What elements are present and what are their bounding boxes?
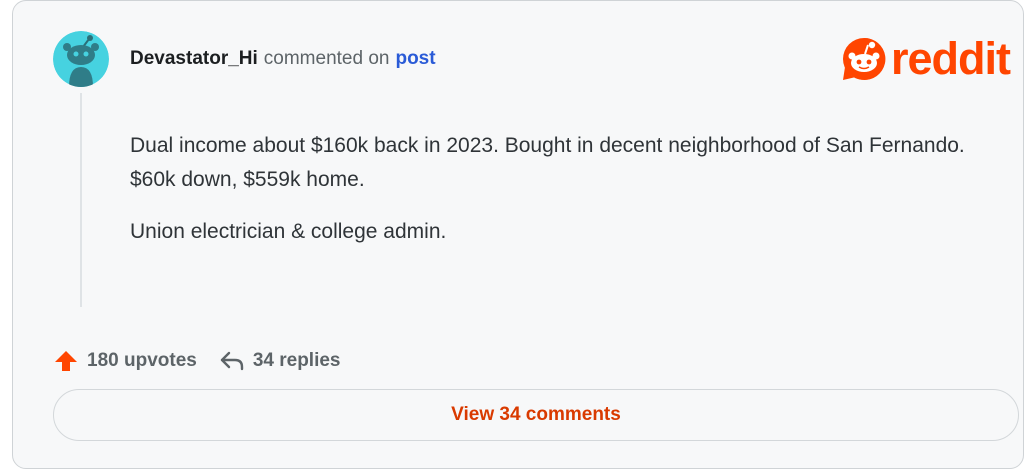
reddit-logo[interactable]: reddit — [841, 33, 1011, 84]
reply-arrow-icon[interactable] — [219, 348, 245, 374]
comment-footer: 180 upvotes 34 replies — [53, 346, 341, 376]
thread-line — [80, 93, 82, 307]
view-comments-button[interactable]: View 34 comments — [53, 389, 1019, 441]
comment-header: Devastator_Hi commented on post — [130, 47, 436, 71]
upvote-count: 180 upvotes — [87, 350, 197, 371]
snoo-avatar-icon — [53, 31, 109, 87]
comment-paragraph: Dual income about $160k back in 2023. Bo… — [130, 134, 965, 191]
comment-body: Dual income about $160k back in 2023. Bo… — [130, 129, 990, 267]
avatar[interactable] — [53, 31, 109, 87]
upvote-arrow-icon[interactable] — [53, 348, 79, 374]
post-link[interactable]: post — [395, 48, 435, 70]
action-text: commented on — [263, 48, 390, 69]
reddit-snoo-icon — [843, 37, 886, 80]
logo-text: reddit — [891, 33, 1011, 84]
author-name[interactable]: Devastator_Hi — [130, 48, 258, 70]
reply-count: 34 replies — [252, 350, 341, 371]
comment-paragraph: Union electrician & college admin. — [130, 220, 447, 243]
comment-card: Devastator_Hi commented on post reddit D… — [12, 0, 1024, 469]
